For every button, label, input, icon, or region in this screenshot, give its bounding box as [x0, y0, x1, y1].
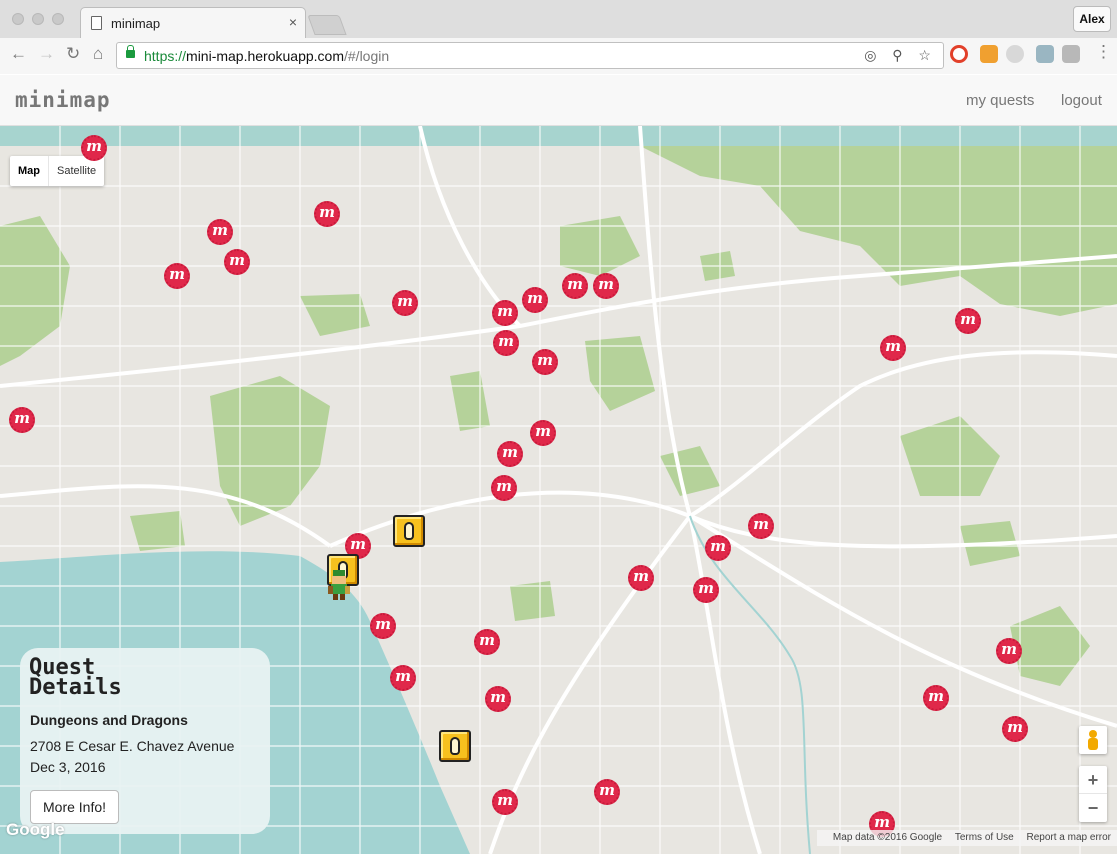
player-avatar-icon[interactable] — [324, 566, 354, 606]
meetup-marker[interactable]: m — [388, 663, 418, 693]
meetup-marker[interactable]: m — [1000, 714, 1030, 744]
meetup-marker[interactable]: m — [222, 247, 252, 277]
meetup-marker[interactable]: m — [994, 636, 1024, 666]
meetup-marker[interactable]: m — [591, 271, 621, 301]
meetup-marker[interactable]: m — [592, 777, 622, 807]
meetup-marker[interactable]: m — [472, 627, 502, 657]
meetup-marker[interactable]: m — [495, 439, 525, 469]
meetup-marker[interactable]: m — [483, 684, 513, 714]
tab-title: minimap — [111, 16, 161, 31]
url-text[interactable]: https://mini-map.herokuapp.com/#/login — [144, 48, 389, 64]
new-tab-button[interactable] — [307, 15, 347, 35]
quest-address: 2708 E Cesar E. Chavez Avenue — [30, 738, 235, 754]
back-icon[interactable]: ← — [10, 44, 27, 64]
street-view-pegman-icon[interactable] — [1079, 726, 1107, 754]
eyedropper-extension-icon[interactable] — [1036, 45, 1054, 63]
meetup-marker[interactable]: m — [390, 288, 420, 318]
meetup-marker[interactable]: m — [746, 511, 776, 541]
browser-chrome: minimap × Alex ← → ↻ ⌂ https://mini-map.… — [0, 0, 1117, 74]
browser-tab[interactable]: minimap × — [80, 7, 306, 38]
map-canvas[interactable]: Map Satellite m m m m m m m m m m m m m … — [0, 126, 1117, 854]
quest-details-panel: Quest Details Dungeons and Dragons 2708 E… — [20, 648, 270, 834]
off-extension-icon[interactable] — [980, 45, 998, 63]
report-map-error-link[interactable]: Report a map error — [1027, 832, 1111, 843]
close-window-button[interactable] — [12, 13, 24, 25]
google-logo: Google — [6, 820, 65, 839]
meetup-marker[interactable]: m — [7, 405, 37, 435]
browser-toolbar: ← → ↻ ⌂ https://mini-map.herokuapp.com/#… — [0, 38, 1117, 74]
meetup-marker[interactable]: m — [162, 261, 192, 291]
meetup-marker[interactable]: m — [921, 683, 951, 713]
quest-date: Dec 3, 2016 — [30, 759, 106, 775]
meetup-marker[interactable]: m — [490, 298, 520, 328]
meetup-marker[interactable]: m — [530, 347, 560, 377]
meetup-marker[interactable]: m — [626, 563, 656, 593]
meetup-marker[interactable]: m — [703, 533, 733, 563]
opera-extension-icon[interactable] — [950, 45, 968, 63]
minimize-window-button[interactable] — [32, 13, 44, 25]
meetup-marker[interactable]: m — [205, 217, 235, 247]
home-icon[interactable]: ⌂ — [93, 44, 103, 64]
meetup-marker[interactable]: m — [691, 575, 721, 605]
map-type-map-button[interactable]: Map — [10, 156, 49, 186]
meetup-marker[interactable]: m — [491, 328, 521, 358]
zoom-in-button[interactable]: + — [1079, 766, 1107, 794]
tab-bar: minimap × Alex — [0, 0, 1117, 38]
extension-icon[interactable] — [1006, 45, 1024, 63]
quest-block-icon[interactable] — [439, 730, 471, 762]
my-quests-link[interactable]: my quests — [966, 92, 1034, 109]
terms-of-use-link[interactable]: Terms of Use — [955, 832, 1014, 843]
forward-icon[interactable]: → — [38, 44, 55, 64]
meetup-marker[interactable]: m — [528, 418, 558, 448]
more-info-button[interactable]: More Info! — [30, 790, 120, 824]
map-data-text: Map data ©2016 Google — [832, 832, 943, 843]
meetup-marker[interactable]: m — [368, 611, 398, 641]
zoom-control: + − — [1079, 766, 1107, 822]
profile-button[interactable]: Alex — [1073, 6, 1111, 32]
meetup-marker[interactable]: m — [878, 333, 908, 363]
quest-details-heading: Quest Details — [29, 655, 122, 700]
app-header: minimap my quests logout — [0, 75, 1117, 126]
meetup-marker[interactable]: m — [79, 133, 109, 163]
puzzle-extension-icon[interactable] — [1062, 45, 1080, 63]
app-logo[interactable]: minimap — [15, 88, 111, 112]
meetup-marker[interactable]: m — [489, 473, 519, 503]
map-attribution: Map data ©2016 Google Terms of Use Repor… — [816, 830, 1117, 846]
tab-close-icon[interactable]: × — [289, 14, 297, 30]
quest-block-icon[interactable] — [393, 515, 425, 547]
logout-link[interactable]: logout — [1061, 92, 1102, 109]
quest-name: Dungeons and Dragons — [30, 712, 188, 728]
reload-icon[interactable]: ↻ — [66, 44, 80, 64]
lock-icon — [126, 45, 135, 58]
address-bar[interactable]: https://mini-map.herokuapp.com/#/login ◎… — [116, 42, 944, 69]
meetup-marker[interactable]: m — [312, 199, 342, 229]
meetup-marker[interactable]: m — [953, 306, 983, 336]
menu-icon[interactable]: ⋮ — [1095, 42, 1112, 62]
meetup-marker[interactable]: m — [490, 787, 520, 817]
meetup-marker[interactable]: m — [560, 271, 590, 301]
zoom-out-button[interactable]: − — [1079, 794, 1107, 822]
omnibox-action-icons[interactable]: ◎ ⚲ ☆ — [864, 47, 937, 64]
zoom-window-button[interactable] — [52, 13, 64, 25]
meetup-marker[interactable]: m — [520, 285, 550, 315]
document-icon — [91, 16, 102, 30]
